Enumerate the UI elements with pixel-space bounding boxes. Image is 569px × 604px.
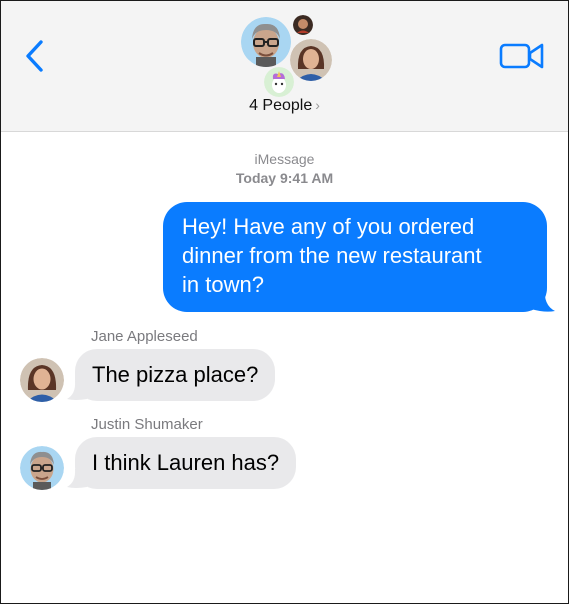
conversation-header: 4 People ›	[1, 1, 568, 132]
service-label: iMessage	[254, 151, 315, 167]
message-line: in town?	[182, 272, 264, 297]
received-message-bubble[interactable]: I think Lauren has?	[75, 437, 297, 489]
group-avatar-cluster[interactable]	[1, 1, 568, 101]
jane-appleseed-avatar[interactable]	[20, 358, 64, 402]
received-message-bubble[interactable]: The pizza place?	[75, 349, 276, 401]
messages-window: 4 People › iMessage Today 9:41 AM Hey! Ha…	[0, 0, 569, 604]
jane-appleseed-avatar	[290, 39, 332, 81]
participants-button[interactable]: 4 People ›	[1, 97, 568, 115]
sender-name: Justin Shumaker	[91, 416, 203, 433]
justin-shumaker-avatar[interactable]	[20, 446, 64, 490]
sent-message-bubble[interactable]: Hey! Have any of you ordered dinner from…	[163, 202, 547, 312]
contact-avatar-small	[293, 15, 313, 35]
timestamp: Today 9:41 AM	[235, 170, 334, 186]
sent-bubble-tail	[531, 287, 555, 312]
memoji-avatar	[241, 17, 291, 67]
message-line: Hey! Have any of you ordered	[182, 214, 475, 239]
participants-label: 4 People	[249, 97, 313, 114]
unicorn-avatar	[264, 67, 294, 97]
sender-name: Jane Appleseed	[91, 328, 198, 345]
message-line: dinner from the new restaurant	[182, 243, 482, 268]
chevron-right-icon: ›	[315, 97, 320, 113]
